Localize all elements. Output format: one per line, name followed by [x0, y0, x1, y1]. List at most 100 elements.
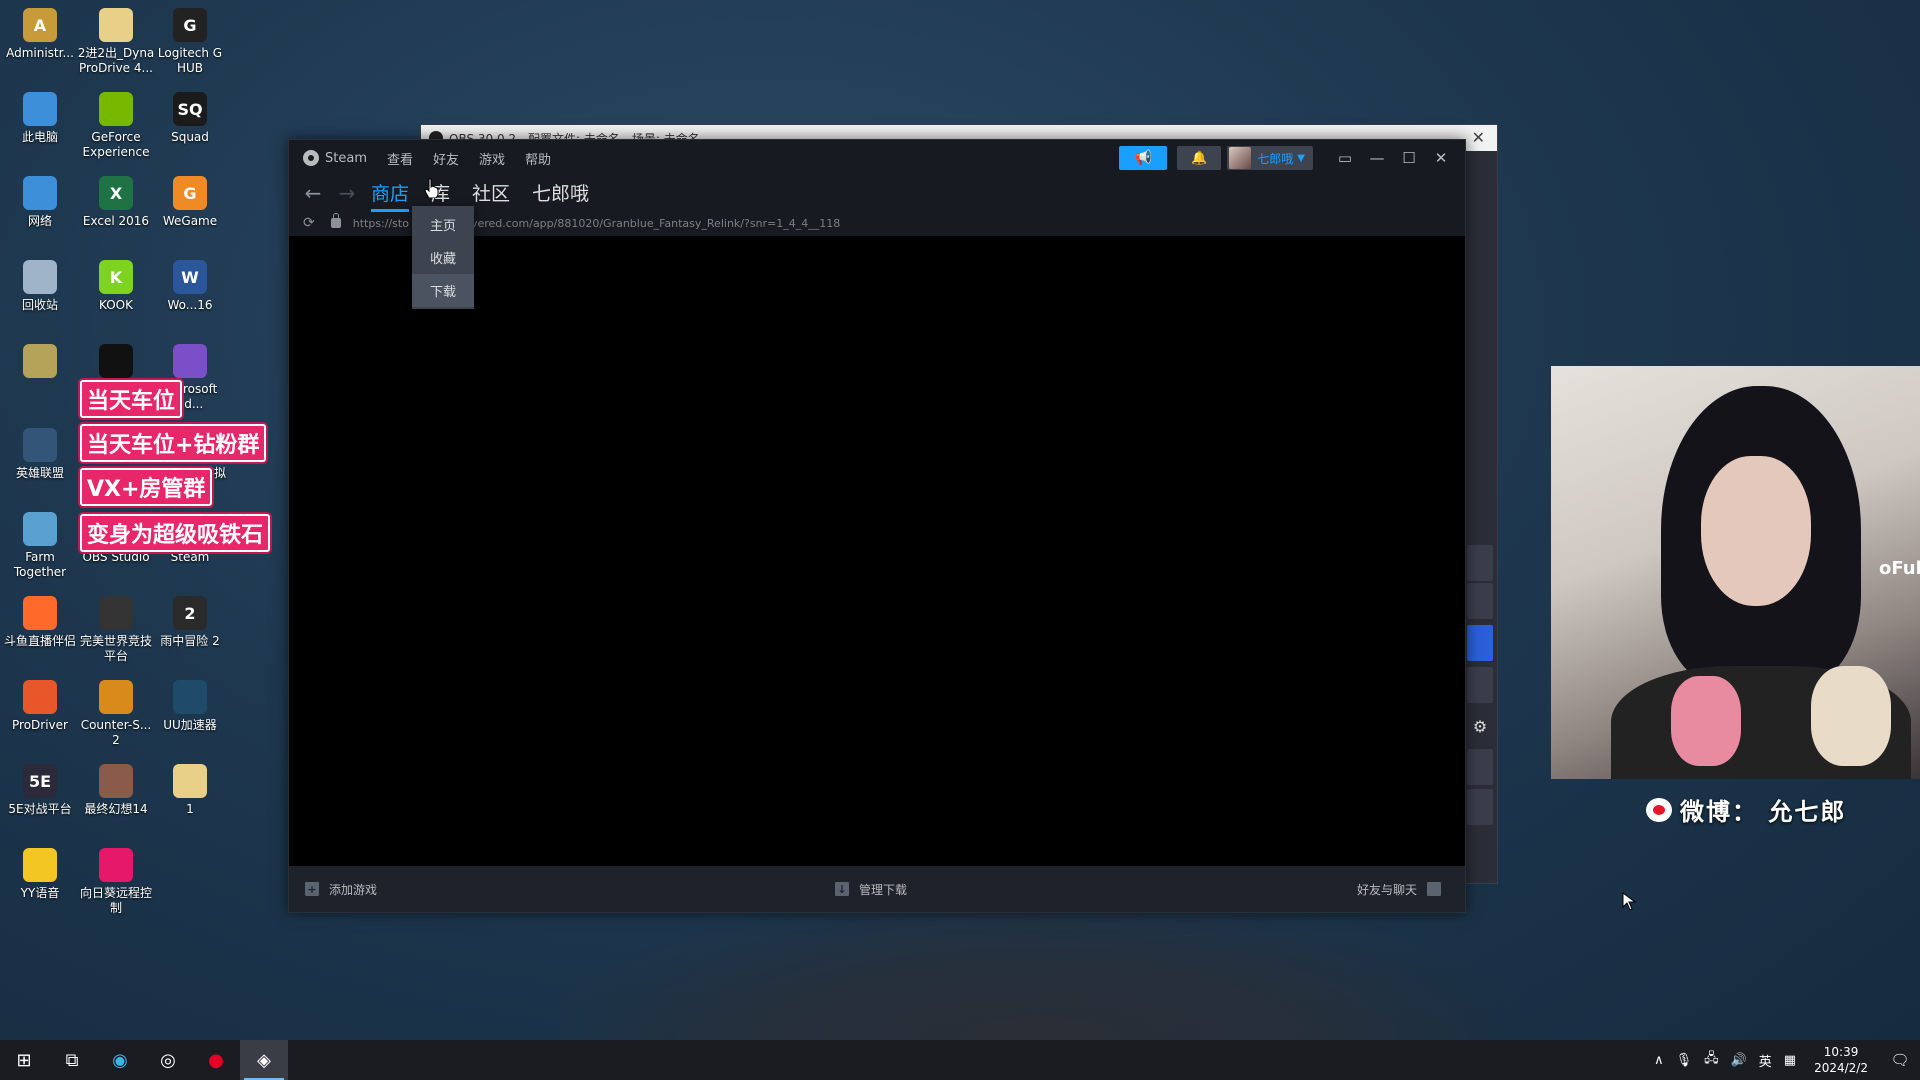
desktop-icon[interactable]: 向日葵远程控制 [76, 848, 156, 916]
steam-navbar: ← → 商店 库 社区 七郎哦 [289, 176, 1465, 212]
desktop-icon[interactable]: 回收站 [0, 260, 80, 313]
volume-icon[interactable]: 🔊 [1731, 1053, 1747, 1068]
desktop-app-icon [99, 848, 133, 882]
desktop-icon[interactable]: G Logitech G HUB [150, 8, 230, 76]
desktop-icon[interactable]: 1 [150, 764, 230, 817]
notification-center-icon[interactable]: 🗨 [1880, 1040, 1920, 1080]
ime-indicator[interactable]: 英 [1759, 1051, 1772, 1070]
desktop-app-icon [23, 848, 57, 882]
desktop-icon[interactable]: 2 雨中冒险 2 [150, 596, 230, 649]
desktop-icon[interactable]: 英雄联盟 [0, 428, 80, 481]
forward-arrow-icon[interactable]: → [337, 181, 357, 205]
tray-expand-chevron-icon[interactable]: ∧ [1654, 1053, 1664, 1068]
weibo-handle: 微博： 允七郎 [1646, 792, 1846, 827]
reload-icon[interactable]: ⟳ [303, 215, 315, 231]
manage-downloads-button[interactable]: ↓ 管理下载 [835, 881, 907, 898]
desktop-app-icon: K [99, 260, 133, 294]
desktop-app-icon [99, 764, 133, 798]
tab-community[interactable]: 社区 [472, 179, 510, 208]
close-icon[interactable]: ✕ [1425, 149, 1457, 167]
desktop-icon[interactable]: G WeGame [150, 176, 230, 229]
desktop-icon-label: Logitech G HUB [157, 46, 223, 75]
desktop-icon[interactable]: 2进2出_Dyna ProDrive 4... [76, 8, 156, 76]
desktop-icon[interactable]: UU加速器 [150, 680, 230, 733]
friends-chat-button[interactable]: 好友与聊天 [1357, 881, 1441, 898]
back-arrow-icon[interactable]: ← [303, 181, 323, 205]
ime-mode-icon[interactable]: ▦ [1784, 1053, 1796, 1068]
desktop-icon-label: Administr... [6, 46, 74, 60]
url-text-suffix: vered.com/app/881020/Granblue_Fantasy_Re… [470, 216, 841, 230]
menu-help[interactable]: 帮助 [525, 149, 551, 168]
announcement-megaphone-icon[interactable]: 📢 [1119, 146, 1168, 170]
desktop-icon[interactable]: X Excel 2016 [76, 176, 156, 229]
desktop-icon[interactable]: GeForce Experience [76, 92, 156, 160]
download-icon: ↓ [835, 882, 849, 896]
add-game-button[interactable]: + 添加游戏 [305, 881, 377, 898]
desktop-icon[interactable]: Farm Together [0, 512, 80, 580]
obs-dock-button[interactable] [1467, 789, 1493, 825]
taskbar: ⊞ ⧉ ◉ ◎ ● ◈ ∧ 🎙 🖧 🔊 英 ▦ 10:39 2024/2/2 🗨 [0, 1040, 1920, 1080]
task-view-icon[interactable]: ⧉ [48, 1040, 96, 1080]
desktop-app-icon [99, 680, 133, 714]
desktop-icon[interactable] [0, 344, 80, 382]
desktop-icon[interactable]: SQ Squad [150, 92, 230, 145]
network-icon[interactable]: 🖧 [1704, 1049, 1719, 1071]
windows-start-icon[interactable]: ⊞ [0, 1040, 48, 1080]
dropdown-item-collections[interactable]: 收藏 [412, 241, 474, 274]
desktop-app-icon: G [173, 176, 207, 210]
desktop-icon-label: 此电脑 [21, 130, 58, 144]
tab-store[interactable]: 商店 [371, 179, 410, 212]
background-figure [560, 900, 1520, 1040]
desktop-icon[interactable]: ProDriver [0, 680, 80, 733]
desktop-app-icon: 5E [23, 764, 57, 798]
menu-steam[interactable]: Steam [303, 150, 367, 166]
obs-dock-button-active[interactable] [1467, 625, 1493, 661]
desktop-icon[interactable]: Counter-S... 2 [76, 680, 156, 748]
obs-dock-button[interactable] [1467, 749, 1493, 785]
dropdown-item-home[interactable]: 主页 [412, 208, 474, 241]
chair-logo-text: oFull [1879, 558, 1920, 579]
steam-bottom-bar: + 添加游戏 ↓ 管理下载 好友与聊天 [289, 866, 1465, 912]
tab-profile[interactable]: 七郎哦 [532, 179, 589, 208]
desktop-icon-label: 英雄联盟 [15, 466, 64, 480]
edge-browser-icon[interactable]: ◉ [96, 1040, 144, 1080]
desktop-icon[interactable]: W Wo...16 [150, 260, 230, 313]
desktop-icon[interactable]: A Administr... [0, 8, 80, 61]
desktop-app-icon [99, 92, 133, 126]
microphone-icon[interactable]: 🎙 [1676, 1053, 1693, 1068]
desktop-app-icon [23, 512, 57, 546]
desktop-app-icon [23, 680, 57, 714]
dropdown-item-downloads[interactable]: 下载 [412, 274, 474, 307]
obs-dock-button[interactable] [1467, 545, 1493, 581]
steam-taskbar-icon[interactable]: ◈ [240, 1040, 288, 1080]
maximize-icon[interactable]: ☐ [1393, 149, 1425, 167]
store-content-area[interactable] [289, 236, 1465, 868]
desktop-icon[interactable]: 网络 [0, 176, 80, 229]
promo-banner-4: 变身为超级吸铁石 [80, 514, 271, 552]
big-picture-monitor-icon[interactable]: ▭ [1329, 149, 1361, 167]
menu-games[interactable]: 游戏 [479, 149, 505, 168]
account-menu-button[interactable]: 七郎哦 ▼ [1227, 146, 1313, 170]
desktop-icon[interactable]: 完美世界竞技平台 [76, 596, 156, 664]
obs-dock-button[interactable] [1467, 583, 1493, 619]
desktop-icon[interactable]: YY语音 [0, 848, 80, 901]
desktop-app-icon [99, 344, 133, 378]
netease-music-icon[interactable]: ● [192, 1040, 240, 1080]
webcam-person-face [1701, 456, 1811, 606]
clock[interactable]: 10:39 2024/2/2 [1814, 1044, 1868, 1076]
clock-time: 10:39 [1823, 1045, 1859, 1059]
desktop-icon[interactable]: 此电脑 [0, 92, 80, 145]
menu-view[interactable]: 查看 [387, 149, 413, 168]
close-icon[interactable]: ✕ [1472, 128, 1485, 147]
desktop-icon[interactable]: K KOOK [76, 260, 156, 313]
obs-dock-button[interactable] [1467, 667, 1493, 703]
desktop-icon[interactable]: 5E 5E对战平台 [0, 764, 80, 817]
obs-taskbar-icon[interactable]: ◎ [144, 1040, 192, 1080]
chat-icon [1427, 882, 1441, 896]
desktop-icon[interactable]: 最终幻想14 [76, 764, 156, 817]
notification-bell-icon[interactable]: 🔔 [1177, 146, 1222, 170]
desktop-icon[interactable]: 斗鱼直播伴侣 [0, 596, 80, 649]
minimize-icon[interactable]: — [1361, 149, 1393, 167]
menu-friends[interactable]: 好友 [433, 149, 459, 168]
obs-settings-gear-icon[interactable]: ⚙ [1467, 709, 1493, 745]
